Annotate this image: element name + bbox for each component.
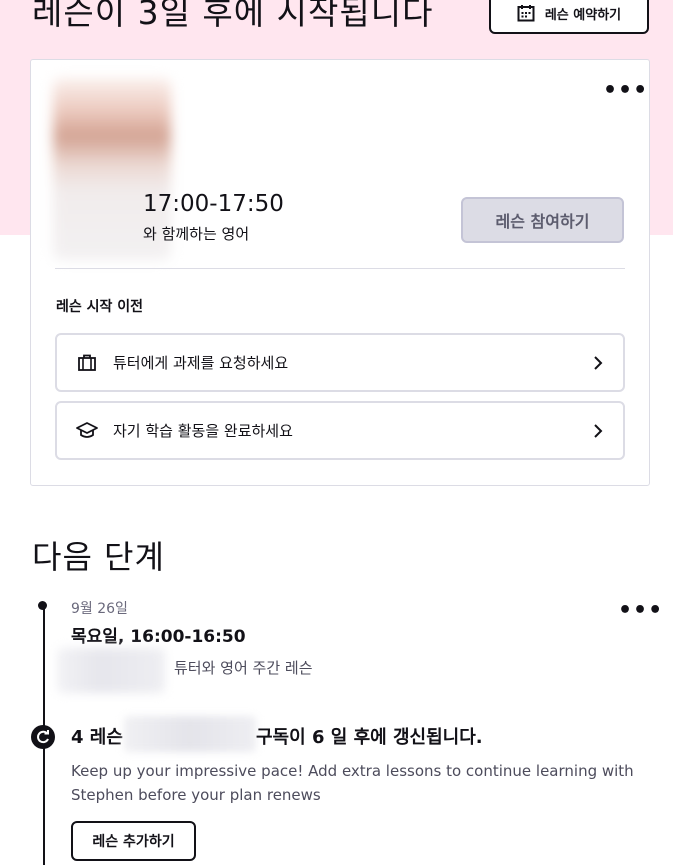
task-request-homework[interactable]: 튜터에게 과제를 요청하세요	[55, 333, 625, 392]
add-lessons-button[interactable]: 레슨 추가하기	[71, 821, 196, 861]
before-lesson-label: 레슨 시작 이전	[56, 299, 144, 315]
task-label: 튜터에게 과제를 요청하세요	[113, 354, 289, 372]
lesson-menu-button[interactable]: •••	[603, 80, 648, 102]
join-lesson-button[interactable]: 레슨 참여하기	[461, 197, 624, 243]
briefcase-icon	[75, 351, 99, 375]
tutor-name-blurred	[57, 648, 165, 693]
graduation-cap-icon	[75, 419, 99, 443]
event-title: 튜터와 영어 주간 레슨	[174, 659, 313, 677]
book-lesson-button[interactable]: 레슨 예약하기	[489, 0, 649, 34]
task-label: 자기 학습 활동을 완료하세요	[113, 422, 293, 440]
lesson-time: 17:00-17:50	[143, 191, 284, 217]
renewal-title-prefix: 4 레슨	[71, 727, 123, 748]
card-divider	[55, 268, 625, 269]
event-time: 목요일, 16:00-16:50	[71, 627, 246, 647]
calendar-icon	[517, 4, 535, 22]
page-title: 레슨이 3일 후에 시작됩니다	[32, 0, 434, 32]
upcoming-lesson-card: ••• 17:00-17:50 와 함께하는 영어 레슨 참여하기 레슨 시작 …	[30, 59, 650, 486]
event-date: 9월 26일	[71, 601, 128, 617]
lesson-description: 와 함께하는 영어	[143, 225, 250, 243]
renewal-title-suffix: 구독이 6 일 후에 갱신됩니다.	[256, 727, 483, 748]
tutor-name-blurred	[124, 716, 256, 752]
renewal-subtitle: Keep up your impressive pace! Add extra …	[71, 762, 634, 804]
renew-icon	[31, 725, 55, 749]
event-menu-button[interactable]: •••	[618, 600, 663, 622]
chevron-right-icon	[589, 354, 607, 372]
next-steps-heading: 다음 단계	[32, 538, 165, 576]
timeline-dot	[38, 601, 47, 610]
chevron-right-icon	[589, 422, 607, 440]
task-self-study[interactable]: 자기 학습 활동을 완료하세요	[55, 401, 625, 460]
book-lesson-label: 레슨 예약하기	[544, 7, 622, 23]
